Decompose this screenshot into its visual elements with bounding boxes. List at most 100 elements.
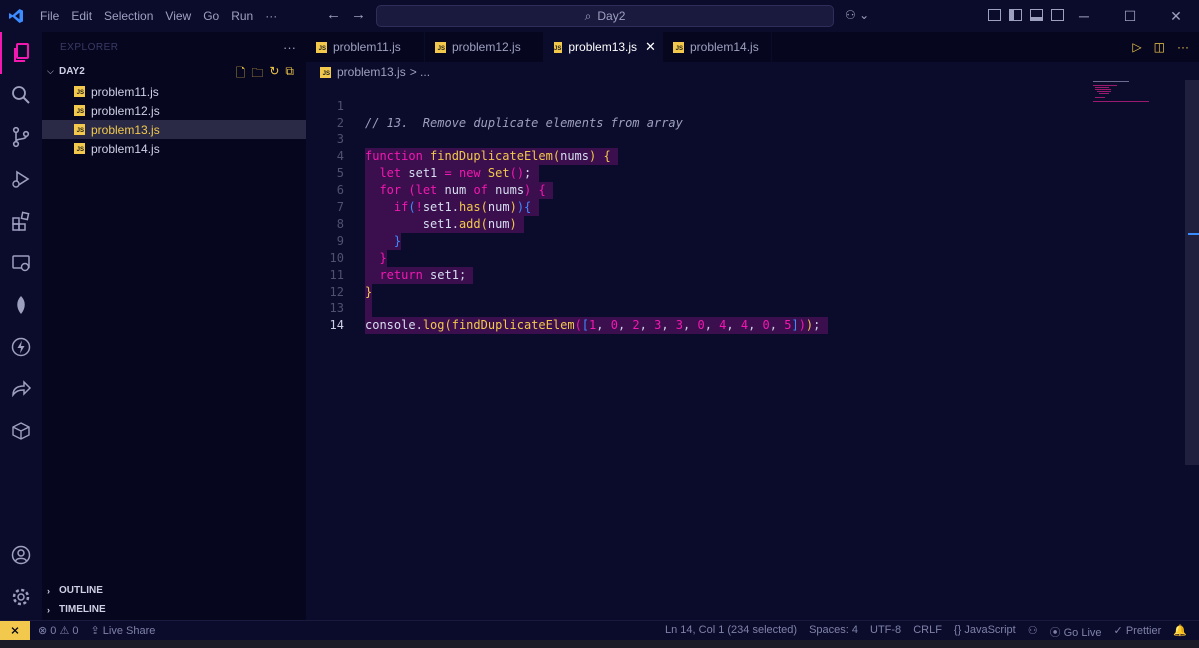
code-line: 4 let set1 = new Set(); [306,131,1199,182]
close-window-icon[interactable]: ✕ [1153,0,1199,32]
tab-problem11[interactable]: JS problem11.js [306,32,425,62]
code-line: 11 } [306,250,1199,301]
file-label: problem13.js [91,122,160,137]
code-text: console.log(findDuplicateElem([1, 0, 2, … [365,317,828,334]
menu-edit[interactable]: Edit [65,0,98,32]
refresh-icon[interactable]: ↻ [269,64,279,85]
warning-count: 0 [72,625,79,637]
toggle-sidebar-icon[interactable] [1009,9,1022,21]
accounts-icon[interactable] [0,534,42,576]
js-file-icon: JS [74,124,85,135]
go-live-button[interactable]: ⦿ Go Live [1050,624,1102,640]
prettier-status[interactable]: ✓ Prettier [1114,624,1162,640]
more-actions-icon[interactable]: ··· [283,40,296,55]
status-bar: ⨯ ⊗ 0 ⚠ 0 ⇪ Live Share Ln 14, Col 1 (234… [0,620,1199,641]
line-number: 14 [329,318,344,332]
error-count: 0 [50,625,57,637]
extensions-icon[interactable] [0,200,42,242]
menu-go[interactable]: Go [197,0,225,32]
breadcrumb-rest[interactable]: > ... [410,65,430,79]
customize-layout-icon[interactable] [988,9,1001,21]
live-share-label: Live Share [102,625,156,637]
menu-view[interactable]: View [159,0,197,32]
copilot-icon[interactable]: ⚇ ⌄ [845,8,869,22]
tab-label: problem13.js [568,40,638,54]
close-icon[interactable]: ✕ [645,39,656,55]
folder-name: DAY2 [59,65,85,77]
timeline-section[interactable]: › TIMELINE [42,600,306,619]
back-arrow-icon[interactable]: ← [326,6,341,23]
more-actions-icon[interactable]: ··· [1177,40,1189,54]
file-item[interactable]: JS problem14.js [42,139,306,158]
js-file-icon: JS [74,143,85,154]
file-label: problem14.js [91,141,160,156]
menu-run[interactable]: Run [225,0,259,32]
js-file-icon: JS [554,41,563,53]
new-folder-icon[interactable]: 🗀 [251,64,263,85]
remote-explorer-icon[interactable] [0,242,42,284]
search-icon[interactable] [0,74,42,116]
encoding[interactable]: UTF-8 [870,624,901,640]
menu-file[interactable]: File [34,0,65,32]
code-line: 13 console.log(findDuplicateElem([1, 0, … [306,283,1199,334]
explorer-icon[interactable] [0,32,42,74]
cursor-position[interactable]: Ln 14, Col 1 (234 selected) [665,624,797,640]
vertical-scrollbar[interactable] [1185,80,1199,465]
settings-gear-icon[interactable] [0,576,42,618]
code-line: 12 [306,267,1199,318]
maximize-icon[interactable]: ☐ [1107,0,1153,32]
packages-icon[interactable] [0,410,42,452]
collapse-all-icon[interactable]: ⧉ [285,64,294,85]
os-taskbar [0,640,1199,648]
folder-actions: 🗋 🗀 ↻ ⧉ [236,64,294,85]
nav-arrows: ← → [326,6,366,23]
editor-tabs: JS problem11.js JS problem12.js JS probl… [306,32,1199,62]
end-of-line[interactable]: CRLF [913,624,942,640]
folder-day2[interactable]: ⌵ DAY2 🗋 🗀 ↻ ⧉ [42,62,306,80]
run-debug-icon[interactable] [0,158,42,200]
file-label: problem12.js [91,103,160,118]
file-item-selected[interactable]: JS problem13.js [42,120,306,139]
code-line: 3 function findDuplicateElem(nums) { [306,114,1199,165]
indentation[interactable]: Spaces: 4 [809,624,858,640]
breadcrumb-file[interactable]: problem13.js [337,65,406,79]
scrollbar-cursor-marker [1188,233,1199,235]
mongodb-leaf-icon[interactable] [0,284,42,326]
forward-arrow-icon[interactable]: → [351,6,366,23]
code-line: 5 for (let num of nums) { [306,148,1199,199]
source-control-icon[interactable] [0,116,42,158]
minimize-icon[interactable]: ─ [1061,0,1107,32]
live-share-icon[interactable] [0,368,42,410]
menu-more[interactable]: ··· [259,0,283,32]
toggle-panel-icon[interactable] [1030,9,1043,21]
split-editor-icon[interactable]: ◫ [1154,40,1165,54]
thunder-client-icon[interactable] [0,326,42,368]
notifications-bell-icon[interactable]: 🔔 [1173,624,1187,640]
new-file-icon[interactable]: 🗋 [236,64,246,85]
copilot-status-icon[interactable]: ⚇ [1028,624,1038,640]
language-mode[interactable]: {} JavaScript [954,624,1016,640]
run-file-icon[interactable]: ▷ [1132,40,1141,54]
editor-actions: ▷ ◫ ··· [1132,40,1189,54]
menu-selection[interactable]: Selection [98,0,159,32]
code-editor[interactable]: 1 // 13. Remove duplicate elements from … [306,80,1199,620]
js-file-icon: JS [316,41,327,53]
tab-problem14[interactable]: JS problem14.js [663,32,772,62]
minimap[interactable] [1093,79,1163,109]
tab-problem13-active[interactable]: JS problem13.js ✕ [544,32,663,62]
explorer-title: EXPLORER [60,41,119,53]
window-controls: ─ ☐ ✕ [1061,0,1199,32]
tab-problem12[interactable]: JS problem12.js [425,32,544,62]
problems-indicator[interactable]: ⊗ 0 ⚠ 0 [38,624,79,637]
chevron-right-icon: › [47,604,50,615]
timeline-label: TIMELINE [59,604,106,615]
live-share-status[interactable]: ⇪ Live Share [91,624,156,637]
command-center-search[interactable]: ⌕ Day2 [376,5,834,27]
code-line: 10 return set1; [306,233,1199,284]
status-right: Ln 14, Col 1 (234 selected) Spaces: 4 UT… [665,624,1187,640]
outline-section[interactable]: › OUTLINE [42,581,306,600]
remote-indicator-icon[interactable]: ⨯ [0,620,30,641]
file-item[interactable]: JS problem12.js [42,101,306,120]
outline-label: OUTLINE [59,585,103,596]
chevron-down-icon: ⌵ [47,65,54,76]
